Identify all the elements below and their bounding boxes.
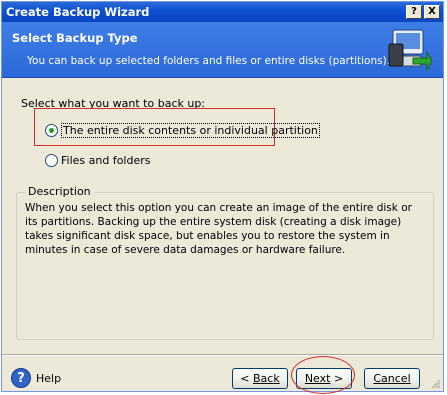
- next-suffix: >: [330, 372, 344, 385]
- radio-selected-icon[interactable]: [45, 124, 58, 137]
- window-title: Create Backup Wizard: [6, 5, 150, 19]
- back-button[interactable]: < Back: [232, 368, 288, 389]
- help-icon[interactable]: ?: [11, 368, 31, 388]
- close-button[interactable]: X: [424, 5, 440, 19]
- option-entire-disk-label: The entire disk contents or individual p…: [61, 123, 320, 138]
- backup-wizard-icon: [388, 29, 433, 72]
- back-prefix: <: [240, 372, 253, 385]
- footer-divider: [2, 354, 443, 356]
- resize-grip-icon[interactable]: [431, 379, 441, 389]
- next-button[interactable]: Next >: [296, 368, 352, 389]
- option-files-folders-label: Files and folders: [61, 154, 151, 167]
- cancel-button[interactable]: Cancel: [364, 368, 420, 389]
- step-subtitle: You can back up selected folders and fil…: [27, 55, 391, 67]
- next-label: Next: [304, 372, 331, 385]
- cancel-label: Cancel: [373, 372, 411, 385]
- wizard-header: Select Backup Type You can back up selec…: [2, 22, 443, 78]
- description-text: When you select this option you can crea…: [25, 202, 412, 256]
- create-backup-wizard-window: Create Backup Wizard ? X Select Backup T…: [1, 1, 444, 394]
- option-entire-disk[interactable]: The entire disk contents or individual p…: [45, 123, 320, 138]
- option-files-folders[interactable]: Files and folders: [45, 154, 151, 167]
- description-label: Description: [25, 185, 94, 198]
- step-title: Select Backup Type: [12, 31, 138, 45]
- help-label[interactable]: Help: [36, 372, 61, 385]
- description-group: Description When you select this option …: [16, 185, 434, 340]
- title-bar[interactable]: Create Backup Wizard ? X: [2, 2, 443, 22]
- back-label: Back: [253, 372, 280, 385]
- help-link[interactable]: ? Help: [11, 368, 61, 388]
- radio-unselected-icon[interactable]: [45, 154, 58, 167]
- help-title-button[interactable]: ?: [406, 5, 422, 19]
